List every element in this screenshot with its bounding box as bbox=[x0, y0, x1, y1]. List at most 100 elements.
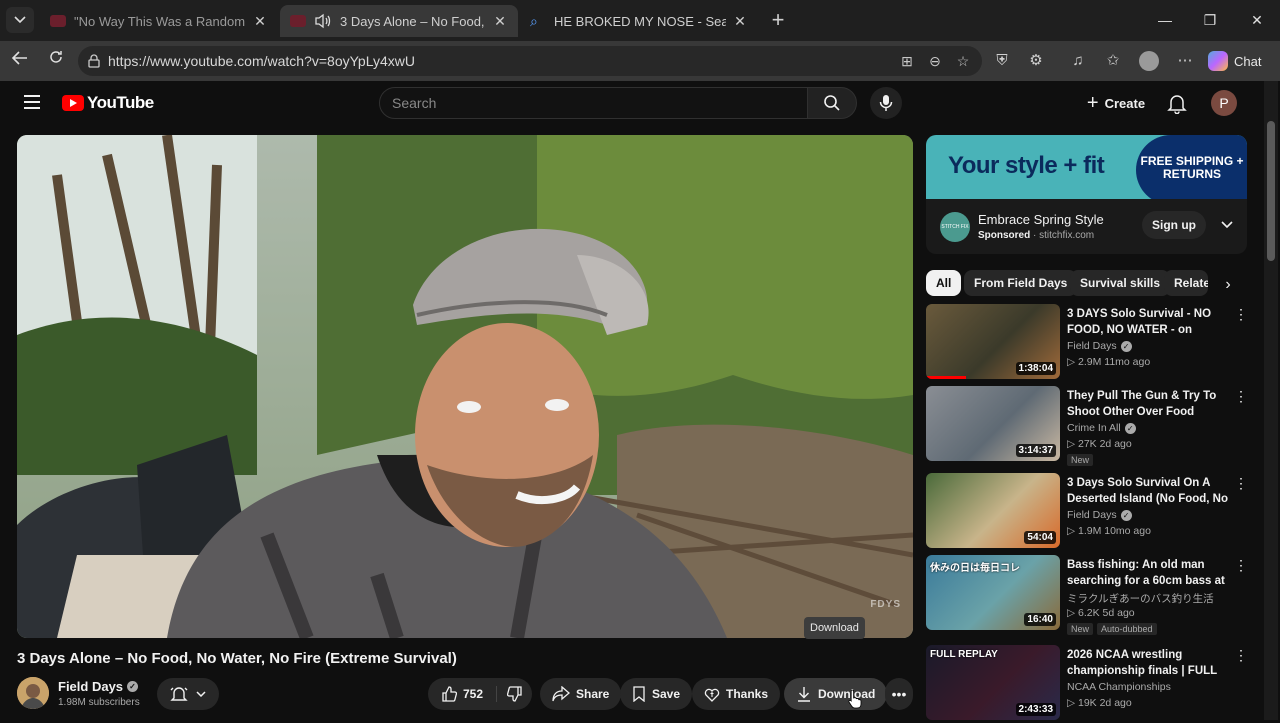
chevron-down-icon[interactable] bbox=[1218, 215, 1236, 233]
account-avatar[interactable]: P bbox=[1211, 90, 1237, 116]
video-title[interactable]: Bass fishing: An old man searching for a… bbox=[1067, 557, 1229, 589]
page-scrollbar[interactable] bbox=[1264, 81, 1278, 720]
chevron-right-icon[interactable]: › bbox=[1218, 275, 1238, 295]
thumbs-up-icon bbox=[442, 686, 457, 702]
chat-label: Chat bbox=[1234, 53, 1262, 69]
channel-name[interactable]: Field Days ✓ bbox=[58, 679, 139, 694]
video-title[interactable]: 3 DAYS Solo Survival - NO FOOD, NO WATER… bbox=[1067, 306, 1229, 338]
chip-survival-skills[interactable]: Survival skills bbox=[1070, 270, 1171, 296]
video-stats: ▷ 27K 2d ago bbox=[1067, 438, 1132, 450]
video-thumbnail[interactable]: FULL REPLAY 2:43:33 bbox=[926, 645, 1060, 720]
download-icon bbox=[798, 687, 810, 702]
close-icon[interactable]: ✕ bbox=[732, 13, 748, 30]
video-title[interactable]: 3 Days Solo Survival On A Deserted Islan… bbox=[1067, 475, 1229, 507]
search-field bbox=[379, 87, 808, 119]
close-window-button[interactable]: ✕ bbox=[1244, 9, 1270, 31]
browser-tab-1[interactable]: "No Way This Was a Random Traffi ✕ bbox=[40, 5, 278, 37]
restore-button[interactable]: ❐ bbox=[1197, 9, 1223, 31]
channel-name-text: NCAA Championships bbox=[1067, 681, 1171, 693]
more-vert-icon[interactable]: ⋮ bbox=[1233, 557, 1249, 574]
favorite-star-icon[interactable]: ☆ bbox=[954, 52, 972, 70]
scrollbar-thumb[interactable] bbox=[1267, 121, 1275, 261]
recommended-video-item[interactable]: 3:14:37 They Pull The Gun & Try To Shoot … bbox=[926, 386, 1251, 466]
extension-shield-icon[interactable]: ⛨ bbox=[992, 51, 1012, 71]
notification-subscription-button[interactable] bbox=[157, 678, 219, 710]
chip-from-field-days[interactable]: From Field Days bbox=[964, 270, 1078, 296]
video-title[interactable]: They Pull The Gun & Try To Shoot Other O… bbox=[1067, 388, 1229, 420]
video-thumbnail[interactable]: 1:38:04 bbox=[926, 304, 1060, 379]
chip-all[interactable]: All bbox=[926, 270, 962, 296]
video-thumbnail[interactable]: 54:04 bbox=[926, 473, 1060, 548]
search-icon bbox=[824, 95, 840, 111]
create-button[interactable]: + Create bbox=[1078, 87, 1154, 119]
recommended-video-item[interactable]: 54:04 3 Days Solo Survival On A Deserted … bbox=[926, 473, 1251, 551]
minimize-button[interactable]: — bbox=[1152, 9, 1178, 31]
close-icon[interactable]: ✕ bbox=[492, 13, 508, 30]
zoom-icon[interactable]: ⊖ bbox=[926, 52, 944, 70]
video-thumbnail[interactable]: 3:14:37 bbox=[926, 386, 1060, 461]
browser-tab-2[interactable]: 3 Days Alone – No Food, No W ✕ bbox=[280, 5, 518, 37]
tab-title: "No Way This Was a Random Traffi bbox=[74, 13, 246, 29]
video-stats: ▷ 1.9M 10mo ago bbox=[1067, 525, 1151, 537]
more-vert-icon[interactable]: ⋮ bbox=[1233, 388, 1249, 405]
ad-domain: stitchfix.com bbox=[1039, 230, 1095, 241]
bookmark-icon bbox=[633, 686, 645, 702]
channel-name[interactable]: Crime In All ✓ bbox=[1067, 422, 1136, 434]
ad-signup-button[interactable]: Sign up bbox=[1142, 211, 1206, 239]
video-title[interactable]: 2026 NCAA wrestling championship finals … bbox=[1067, 647, 1229, 679]
video-stats: ▷ 19K 2d ago bbox=[1067, 697, 1132, 709]
recommended-video-item[interactable]: 1:38:04 3 DAYS Solo Survival - NO FOOD, N… bbox=[926, 304, 1251, 382]
close-icon[interactable]: ✕ bbox=[252, 13, 268, 30]
download-button[interactable]: Download bbox=[784, 678, 888, 710]
share-button[interactable]: Share bbox=[540, 678, 622, 710]
more-actions-button[interactable]: ••• bbox=[885, 678, 913, 710]
search-button[interactable] bbox=[807, 87, 857, 119]
channel-name[interactable]: ミラクルぎあーのバス釣り生活 bbox=[1067, 591, 1214, 606]
voice-search-button[interactable] bbox=[870, 87, 902, 119]
save-button[interactable]: Save bbox=[620, 678, 693, 710]
back-button[interactable] bbox=[8, 49, 32, 73]
channel-name[interactable]: Field Days ✓ bbox=[1067, 340, 1132, 352]
chip-related[interactable]: Relate bbox=[1164, 270, 1208, 296]
address-bar[interactable]: https://www.youtube.com/watch?v=8oyYpLy4… bbox=[78, 46, 982, 76]
tab-list-button[interactable] bbox=[6, 7, 34, 33]
notifications-bell-icon[interactable] bbox=[1166, 92, 1188, 114]
dislike-button[interactable] bbox=[498, 678, 532, 710]
menu-icon[interactable] bbox=[24, 95, 40, 109]
more-vert-icon[interactable]: ⋮ bbox=[1233, 647, 1249, 664]
channel-name[interactable]: NCAA Championships bbox=[1067, 681, 1171, 693]
search-input[interactable] bbox=[380, 88, 807, 118]
youtube-logo[interactable]: YouTube bbox=[62, 93, 154, 113]
channel-avatar[interactable] bbox=[17, 677, 49, 709]
youtube-icon bbox=[290, 15, 306, 27]
recommended-video-item[interactable]: 休みの日は毎日コレ 16:40 Bass fishing: An old man s… bbox=[926, 555, 1251, 635]
app-available-icon[interactable]: ⊞ bbox=[898, 52, 916, 70]
channel-name[interactable]: Field Days ✓ bbox=[1067, 509, 1132, 521]
youtube-icon bbox=[50, 15, 66, 27]
browser-tab-3[interactable]: ⌕ HE BROKED MY NOSE - Search ✕ bbox=[520, 5, 758, 37]
profile-icon[interactable] bbox=[1139, 51, 1159, 71]
more-vert-icon[interactable]: ⋮ bbox=[1233, 306, 1249, 323]
verified-icon: ✓ bbox=[1124, 422, 1136, 434]
ad-banner[interactable]: Your style + fit FREE SHIPPING + RETURNS bbox=[926, 135, 1247, 199]
like-button[interactable]: 752 bbox=[428, 678, 496, 710]
more-vert-icon[interactable]: ⋮ bbox=[1233, 475, 1249, 492]
video-thumbnail[interactable]: 休みの日は毎日コレ 16:40 bbox=[926, 555, 1060, 630]
share-label: Share bbox=[576, 687, 610, 701]
new-tab-button[interactable]: + bbox=[766, 9, 790, 33]
advertiser-logo[interactable]: STITCH FIX bbox=[940, 212, 970, 242]
reload-button[interactable] bbox=[44, 49, 68, 73]
thanks-button[interactable]: Thanks bbox=[692, 678, 781, 710]
thumbnail-caption: 休みの日は毎日コレ bbox=[930, 563, 1020, 574]
site-info-icon[interactable] bbox=[86, 53, 102, 69]
extensions-puzzle-icon[interactable]: ⚙ bbox=[1026, 51, 1046, 71]
more-options-icon[interactable]: ⋯ bbox=[1175, 51, 1195, 71]
speaker-icon[interactable] bbox=[314, 13, 332, 29]
recommended-video-item[interactable]: FULL REPLAY 2:43:33 2026 NCAA wrestling ch… bbox=[926, 645, 1251, 723]
copilot-chat-button[interactable]: Chat bbox=[1208, 48, 1272, 74]
duration-badge: 16:40 bbox=[1024, 613, 1056, 626]
video-player[interactable]: FDYS bbox=[17, 135, 913, 638]
media-control-icon[interactable]: ♫ bbox=[1068, 51, 1088, 71]
favorites-icon[interactable]: ✩ bbox=[1103, 51, 1123, 71]
ad-title[interactable]: Embrace Spring Style bbox=[978, 212, 1104, 227]
